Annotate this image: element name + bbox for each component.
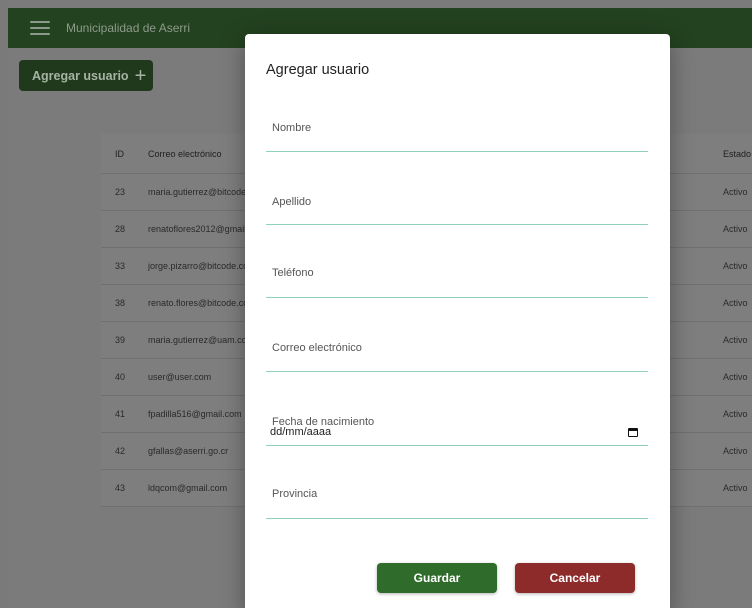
cell-estado: Activo <box>723 335 748 345</box>
fecha-placeholder: dd/mm/aaaa <box>270 426 332 438</box>
cell-estado: Activo <box>723 187 748 197</box>
provincia-label: Provincia <box>272 488 318 500</box>
cell-id: 23 <box>115 187 126 197</box>
cell-id: 41 <box>115 409 126 419</box>
plus-icon: + <box>134 64 147 87</box>
cell-id: 38 <box>115 298 126 308</box>
correo-field[interactable]: Correo electrónico <box>266 326 648 372</box>
cell-estado: Activo <box>723 372 748 382</box>
telefono-label: Teléfono <box>272 267 314 279</box>
cell-id: 43 <box>115 483 126 493</box>
cell-id: 39 <box>115 335 126 345</box>
cell-id: 33 <box>115 261 126 271</box>
cancel-button[interactable]: Cancelar <box>515 563 635 593</box>
add-user-button[interactable]: Agregar usuario + <box>19 60 153 91</box>
provincia-field[interactable]: Provincia <box>266 472 648 519</box>
cell-estado: Activo <box>723 224 748 234</box>
cell-id: 42 <box>115 446 126 456</box>
cell-estado: Activo <box>723 298 748 308</box>
cell-estado: Activo <box>723 483 748 493</box>
header-id: ID <box>115 148 124 159</box>
apellido-field[interactable]: Apellido <box>266 180 648 225</box>
header-estado: Estado <box>723 148 752 159</box>
add-user-dialog: Agregar usuario Nombre Apellido Teléfono… <box>245 34 670 608</box>
nombre-field[interactable]: Nombre <box>266 106 648 152</box>
dialog-title: Agregar usuario <box>266 62 370 78</box>
cell-estado: Activo <box>723 261 748 271</box>
cell-id: 40 <box>115 372 126 382</box>
apellido-label: Apellido <box>272 196 312 208</box>
fecha-nacimiento-field[interactable]: Fecha de nacimiento dd/mm/aaaa <box>266 399 648 446</box>
save-button[interactable]: Guardar <box>377 563 497 593</box>
hamburger-menu-icon[interactable] <box>30 21 50 35</box>
app-title: Municipalidad de Aserri <box>66 21 191 35</box>
nombre-label: Nombre <box>272 122 312 134</box>
calendar-icon[interactable] <box>628 428 638 437</box>
correo-label: Correo electrónico <box>272 342 362 354</box>
telefono-field[interactable]: Teléfono <box>266 253 648 298</box>
cell-estado: Activo <box>723 446 748 456</box>
add-user-label: Agregar usuario <box>32 68 129 83</box>
cell-estado: Activo <box>723 409 748 419</box>
cell-id: 28 <box>115 224 126 234</box>
